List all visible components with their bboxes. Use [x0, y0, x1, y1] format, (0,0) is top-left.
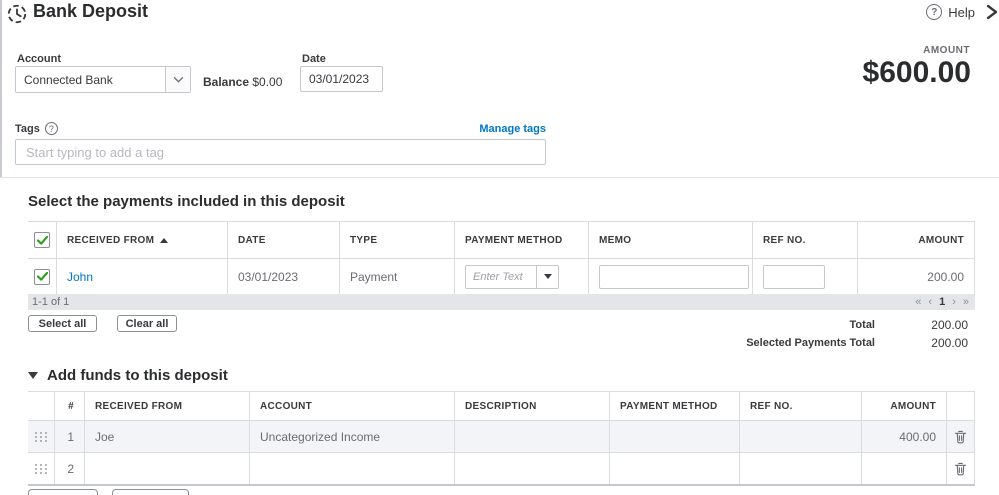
- section-divider: [0, 177, 999, 178]
- received-from-link[interactable]: John: [67, 270, 93, 284]
- fund-account[interactable]: [250, 453, 455, 484]
- col-description: DESCRIPTION: [455, 392, 610, 420]
- drag-handle-icon[interactable]: [35, 432, 48, 442]
- fund-payment-method[interactable]: [610, 453, 740, 484]
- collapse-panel-icon[interactable]: [983, 3, 999, 21]
- clear-lines-button-cutoff[interactable]: [112, 489, 189, 495]
- drag-handle-icon[interactable]: [35, 464, 48, 474]
- collapse-triangle-icon: [28, 372, 38, 379]
- pagination-bar: 1-1 of 1 « ‹ 1 › »: [28, 294, 975, 310]
- pagination-last-button[interactable]: »: [963, 296, 969, 308]
- select-all-button[interactable]: Select all: [28, 315, 97, 332]
- fund-description[interactable]: [455, 453, 610, 484]
- col-amount: AMOUNT: [862, 392, 947, 420]
- table-bottom-rule: [28, 484, 975, 486]
- add-funds-table-header: # RECEIVED FROM ACCOUNT DESCRIPTION PAYM…: [28, 392, 975, 421]
- col-date[interactable]: DATE: [228, 222, 340, 258]
- tags-help-icon[interactable]: ?: [45, 122, 58, 135]
- payments-table: RECEIVED FROM DATE TYPE PAYMENT METHOD M…: [28, 221, 975, 295]
- help-button[interactable]: ? Help: [926, 4, 975, 20]
- tags-input[interactable]: [15, 139, 546, 165]
- payments-section-title: Select the payments included in this dep…: [28, 193, 345, 210]
- selected-payments-total-label: Selected Payments Total: [746, 337, 875, 349]
- amount-label: AMOUNT: [923, 45, 970, 56]
- amount-total: $600.00: [863, 56, 971, 90]
- clear-all-button[interactable]: Clear all: [117, 315, 177, 332]
- col-ref-no: REF NO.: [740, 392, 862, 420]
- help-icon: ?: [926, 4, 942, 20]
- col-payment-method: PAYMENT METHOD: [610, 392, 740, 420]
- total-label: Total: [850, 319, 875, 331]
- delete-row-button[interactable]: [947, 462, 974, 476]
- col-received-from: RECEIVED FROM: [85, 392, 250, 420]
- total-value: 200.00: [875, 318, 968, 332]
- add-funds-collapse-toggle[interactable]: Add funds to this deposit: [28, 367, 228, 384]
- col-account: ACCOUNT: [250, 392, 455, 420]
- memo-input[interactable]: [599, 265, 749, 289]
- fund-amount[interactable]: 400.00: [862, 421, 947, 452]
- balance-display: Balance $0.00: [203, 75, 282, 89]
- selected-payments-total-value: 200.00: [875, 336, 968, 350]
- line-number: 2: [55, 453, 85, 484]
- col-memo[interactable]: MEMO: [589, 222, 753, 258]
- fund-received-from[interactable]: Joe: [85, 421, 250, 452]
- col-received-from[interactable]: RECEIVED FROM: [57, 222, 228, 258]
- fund-description[interactable]: [455, 421, 610, 452]
- payments-table-header: RECEIVED FROM DATE TYPE PAYMENT METHOD M…: [28, 222, 975, 259]
- fund-received-from[interactable]: [85, 453, 250, 484]
- payment-method-dropdown-button[interactable]: [537, 265, 559, 289]
- date-input[interactable]: [300, 66, 383, 92]
- fund-account[interactable]: Uncategorized Income: [250, 421, 455, 452]
- fund-ref-no[interactable]: [740, 453, 862, 484]
- panel-left-edge: [0, 0, 2, 177]
- account-select-chevron[interactable]: [165, 67, 190, 92]
- add-lines-button-cutoff[interactable]: [28, 489, 98, 495]
- date-label: Date: [302, 53, 326, 65]
- account-label: Account: [17, 53, 61, 65]
- row-checkbox[interactable]: [34, 269, 50, 285]
- caret-down-icon: [544, 274, 552, 279]
- payment-method-combo: [465, 265, 559, 289]
- page-title: Bank Deposit: [33, 1, 148, 22]
- select-all-checkbox[interactable]: [34, 232, 50, 248]
- tags-label: Tags: [15, 123, 40, 135]
- totals-block: Total 200.00 Selected Payments Total 200…: [746, 316, 968, 352]
- pagination-current-page[interactable]: 1: [939, 296, 945, 308]
- col-type[interactable]: TYPE: [340, 222, 455, 258]
- bank-deposit-page: Bank Deposit ? Help Account Connected Ba…: [0, 0, 999, 495]
- payment-row: John 03/01/2023 Payment 200.00: [28, 259, 975, 295]
- add-funds-table: # RECEIVED FROM ACCOUNT DESCRIPTION PAYM…: [28, 391, 975, 485]
- fund-row[interactable]: 1 Joe Uncategorized Income 400.00: [28, 421, 975, 453]
- pagination-next-button[interactable]: ›: [952, 296, 956, 308]
- col-ref-no[interactable]: REF NO.: [753, 222, 858, 258]
- recent-transactions-icon[interactable]: [6, 3, 28, 25]
- pagination-range: 1-1 of 1: [32, 296, 69, 308]
- manage-tags-link[interactable]: Manage tags: [479, 123, 546, 135]
- ref-no-input[interactable]: [763, 265, 825, 289]
- payment-type: Payment: [340, 259, 455, 294]
- col-line-number: #: [55, 392, 85, 420]
- fund-payment-method[interactable]: [610, 421, 740, 452]
- pagination-prev-button[interactable]: ‹: [928, 296, 932, 308]
- payment-date: 03/01/2023: [228, 259, 340, 294]
- fund-row[interactable]: 2: [28, 453, 975, 485]
- account-select[interactable]: Connected Bank: [15, 66, 191, 93]
- sort-asc-icon: [160, 238, 168, 243]
- col-payment-method[interactable]: PAYMENT METHOD: [455, 222, 589, 258]
- pagination-first-button[interactable]: «: [915, 296, 921, 308]
- add-funds-section-title: Add funds to this deposit: [47, 367, 228, 384]
- col-amount[interactable]: AMOUNT: [858, 222, 975, 258]
- payment-method-input[interactable]: [465, 265, 537, 289]
- fund-amount[interactable]: [862, 453, 947, 484]
- payment-amount: 200.00: [858, 259, 975, 294]
- line-number: 1: [55, 421, 85, 452]
- fund-ref-no[interactable]: [740, 421, 862, 452]
- delete-row-button[interactable]: [947, 430, 974, 444]
